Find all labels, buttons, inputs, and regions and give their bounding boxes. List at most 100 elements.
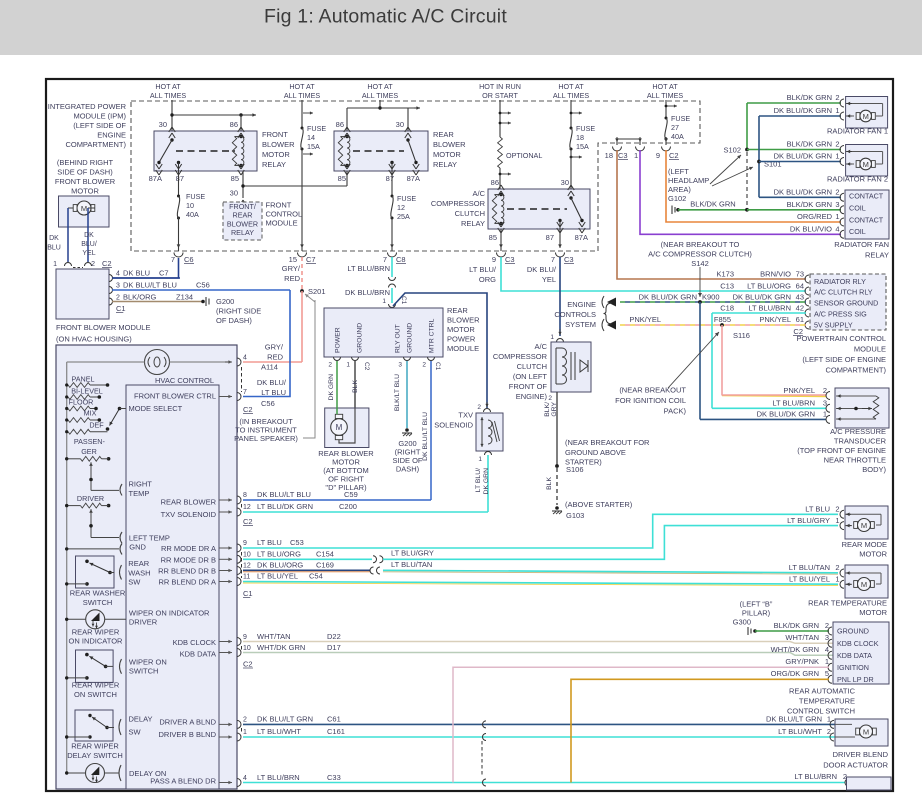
svg-text:REAR WIPER: REAR WIPER — [72, 627, 120, 636]
svg-text:FUSE: FUSE — [186, 192, 205, 201]
svg-text:G102: G102 — [668, 194, 686, 203]
svg-text:S102: S102 — [723, 146, 741, 155]
svg-text:C6: C6 — [184, 255, 194, 264]
svg-text:BLK: BLK — [546, 477, 553, 490]
svg-text:4: 4 — [243, 775, 247, 782]
svg-text:SYSTEM: SYSTEM — [565, 320, 596, 329]
svg-text:FOR IGNITION COIL: FOR IGNITION COIL — [615, 396, 686, 405]
svg-text:GROUND: GROUND — [837, 627, 869, 636]
svg-text:POWER: POWER — [447, 335, 476, 344]
svg-text:7: 7 — [383, 255, 387, 264]
svg-text:RIGHT: RIGHT — [129, 480, 153, 489]
svg-text:RELAY: RELAY — [865, 251, 889, 260]
svg-text:30: 30 — [159, 120, 167, 129]
svg-text:LT BLU/BRN: LT BLU/BRN — [794, 772, 837, 781]
svg-text:HOT AT: HOT AT — [289, 82, 315, 91]
svg-text:C3: C3 — [564, 255, 574, 264]
svg-text:AREA): AREA) — [668, 185, 691, 194]
svg-text:REAR: REAR — [433, 130, 454, 139]
svg-text:CONTROL: CONTROL — [266, 210, 303, 219]
svg-text:C1: C1 — [243, 589, 253, 598]
svg-text:86: 86 — [491, 178, 499, 187]
svg-text:M: M — [863, 160, 869, 169]
svg-text:ORG/DK GRN: ORG/DK GRN — [771, 669, 819, 678]
svg-text:C200: C200 — [339, 502, 357, 511]
svg-text:C56: C56 — [196, 281, 210, 290]
svg-text:(NEAR BREAKOUT FOR: (NEAR BREAKOUT FOR — [565, 438, 650, 447]
svg-text:M: M — [336, 423, 343, 432]
svg-text:IGNITION: IGNITION — [837, 663, 869, 672]
svg-text:A/C PRESSURE: A/C PRESSURE — [830, 427, 886, 436]
svg-text:DK BLU/DK GRN: DK BLU/DK GRN — [733, 293, 791, 302]
svg-text:DK GRN: DK GRN — [483, 468, 490, 495]
svg-text:C3: C3 — [618, 151, 628, 160]
svg-text:MIX: MIX — [84, 409, 97, 418]
svg-text:DRIVER A BLND: DRIVER A BLND — [159, 718, 216, 727]
svg-text:MOTOR: MOTOR — [859, 608, 887, 617]
svg-text:FRONT BLOWER CTRL: FRONT BLOWER CTRL — [134, 392, 216, 401]
svg-text:43: 43 — [796, 293, 804, 302]
svg-text:1: 1 — [835, 516, 839, 525]
svg-text:GROUND ABOVE: GROUND ABOVE — [565, 448, 626, 457]
svg-text:2: 2 — [243, 717, 247, 724]
svg-text:C2: C2 — [243, 405, 253, 414]
svg-text:SOLENOID: SOLENOID — [434, 421, 473, 430]
svg-text:BLK/LT BLU: BLK/LT BLU — [394, 374, 401, 411]
svg-text:DK BLU/LT BLU: DK BLU/LT BLU — [257, 490, 311, 499]
svg-text:MODULE: MODULE — [266, 218, 298, 227]
svg-text:LT BLU/ORG: LT BLU/ORG — [257, 549, 301, 558]
svg-text:GRY/: GRY/ — [265, 343, 284, 352]
svg-text:BLOWER: BLOWER — [447, 316, 480, 325]
svg-text:DEF: DEF — [89, 421, 104, 430]
svg-text:SWITCH: SWITCH — [83, 598, 113, 607]
svg-text:15A: 15A — [307, 142, 320, 151]
svg-text:DRIVER B BLND: DRIVER B BLND — [158, 730, 216, 739]
svg-text:RADIATOR FAN: RADIATOR FAN — [834, 240, 889, 249]
svg-text:8: 8 — [243, 492, 247, 499]
svg-text:M: M — [863, 727, 869, 736]
svg-text:5V SUPPLY: 5V SUPPLY — [814, 321, 853, 330]
svg-text:DK BLU/LT GRN: DK BLU/LT GRN — [257, 715, 313, 724]
svg-text:C3: C3 — [505, 255, 515, 264]
svg-text:1: 1 — [478, 456, 482, 463]
svg-text:(LEFT “B”: (LEFT “B” — [740, 600, 773, 609]
svg-text:2: 2 — [548, 395, 552, 402]
svg-text:MODULE: MODULE — [854, 345, 886, 354]
svg-text:RED: RED — [284, 274, 300, 283]
svg-text:C53: C53 — [290, 538, 304, 547]
svg-text:30: 30 — [230, 189, 238, 198]
svg-text:C2: C2 — [243, 660, 253, 669]
svg-text:RELAY: RELAY — [231, 228, 254, 237]
svg-text:12: 12 — [243, 563, 251, 570]
svg-text:DK BLU/BRN: DK BLU/BRN — [345, 288, 390, 297]
svg-text:DK: DK — [49, 235, 59, 242]
svg-text:18: 18 — [605, 151, 613, 160]
svg-text:REAR MODE: REAR MODE — [842, 540, 887, 549]
svg-text:GER: GER — [81, 447, 97, 456]
svg-text:BLOWER: BLOWER — [262, 140, 295, 149]
svg-text:2: 2 — [835, 93, 839, 102]
svg-text:C13: C13 — [720, 282, 734, 291]
svg-text:PANEL SPEAKER): PANEL SPEAKER) — [234, 434, 298, 443]
svg-text:LT BLU/GRY: LT BLU/GRY — [391, 549, 434, 558]
svg-text:SW: SW — [129, 728, 142, 737]
svg-text:BODY): BODY) — [862, 465, 886, 474]
svg-text:DRIVER BLEND: DRIVER BLEND — [833, 750, 889, 759]
svg-text:ON INDICATOR: ON INDICATOR — [69, 637, 123, 646]
svg-text:27: 27 — [671, 123, 679, 132]
svg-text:C54: C54 — [309, 572, 323, 581]
svg-text:C2: C2 — [243, 517, 253, 526]
svg-text:PASS A BLEND DR: PASS A BLEND DR — [150, 777, 216, 786]
svg-text:BLOWER: BLOWER — [433, 140, 466, 149]
svg-text:BLK/: BLK/ — [544, 402, 551, 417]
svg-text:87A: 87A — [149, 174, 162, 183]
svg-text:WHT/TAN: WHT/TAN — [257, 632, 291, 641]
svg-text:40A: 40A — [671, 132, 684, 141]
svg-text:30: 30 — [561, 178, 569, 187]
svg-text:LT BLU/: LT BLU/ — [469, 265, 497, 274]
svg-text:WHT/DK GRN: WHT/DK GRN — [771, 645, 819, 654]
svg-text:RADIATOR RLY: RADIATOR RLY — [814, 277, 866, 286]
svg-text:12: 12 — [243, 504, 251, 511]
svg-text:PNK/YEL: PNK/YEL — [759, 315, 791, 324]
svg-text:DK BLU/DK GRN: DK BLU/DK GRN — [774, 106, 832, 115]
